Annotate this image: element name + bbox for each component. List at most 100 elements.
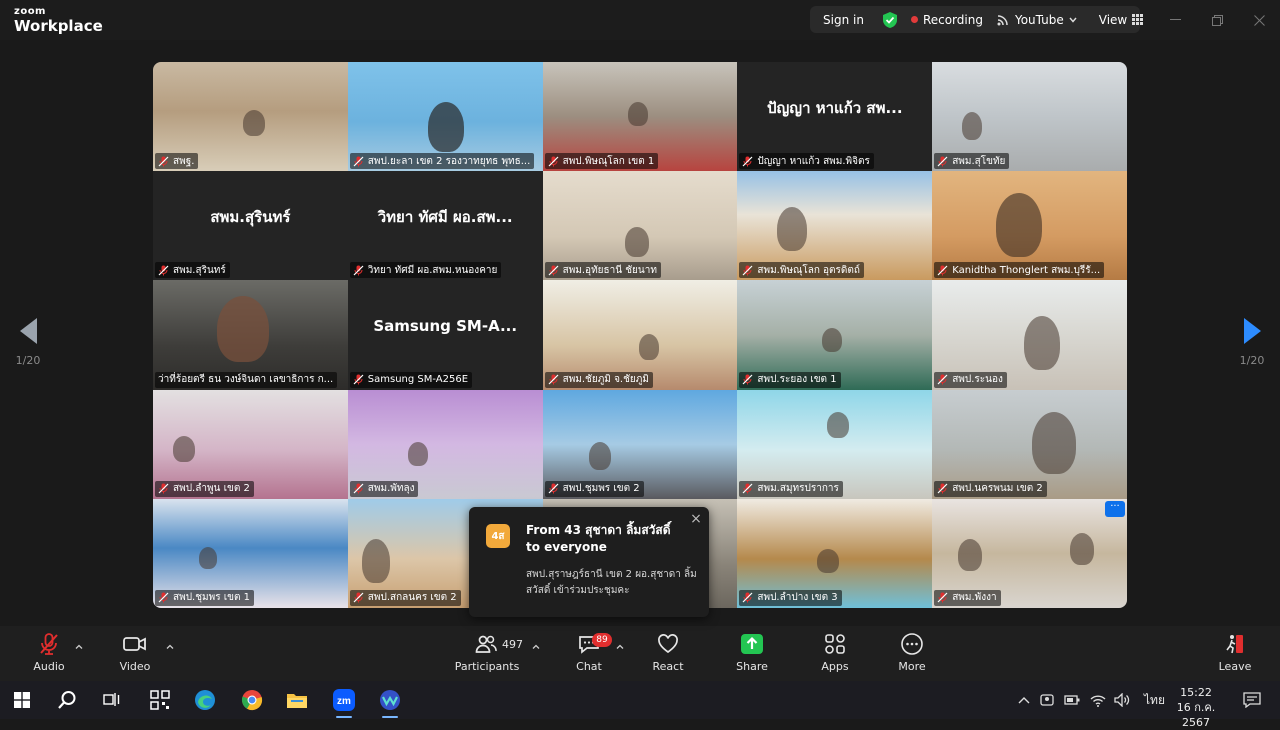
participant-name: Kanidtha Thonglert สพม.บุรีรั... <box>952 264 1101 276</box>
video-tile[interactable]: สพป.ชุมพร เขต 1 <box>153 498 348 608</box>
participant-name: สพม.อุทัยธานี ชัยนาท <box>562 264 657 276</box>
video-tile[interactable]: สพป.ยะลา เขต 2 รองวาทยุทธ พุทธ... <box>347 62 543 172</box>
video-tile[interactable]: ปัญญา หาแก้ว สพ... ปัญญา หาแก้ว สพม.พิจิ… <box>737 62 933 172</box>
video-tile[interactable]: สพฐ. <box>153 62 348 172</box>
audio-label: Audio <box>33 660 65 673</box>
participant-name-tag: วิทยา ทัศมี ผอ.สพม.หนองคาย <box>349 262 502 279</box>
share-screen-button[interactable]: Share <box>717 632 787 673</box>
apps-label: Apps <box>821 660 849 673</box>
video-button[interactable]: Video <box>100 632 170 673</box>
chevron-up-icon[interactable] <box>1018 696 1030 704</box>
video-options-caret-icon[interactable] <box>165 642 175 652</box>
chat-notification[interactable]: 4ส From 43 สุชาดา ลิ้มสวัสดิ์ to everyon… <box>469 507 709 617</box>
recording-indicator[interactable]: Recording <box>904 13 990 27</box>
taskbar-app-chrome[interactable] <box>232 681 272 719</box>
youtube-live-button[interactable]: YouTube <box>990 13 1084 27</box>
participant-name: สพป.สกลนคร เขต 2 <box>367 592 457 604</box>
video-tile[interactable]: สพป.ระนอง <box>932 280 1127 390</box>
chevron-right-icon <box>1243 318 1261 344</box>
participant-name-tag: สพป.พิษณุโลก เขต 1 <box>544 153 659 170</box>
taskbar-app-webex[interactable] <box>370 681 410 719</box>
video-tile[interactable]: สพม.สมุทรปราการ <box>737 389 933 499</box>
chat-notification-message: สพป.สุราษฎร์ธานี เขต 2 ผอ.สุชาดา ลิ้มสวั… <box>526 569 697 596</box>
video-tile[interactable]: สพป.ระยอง เขต 1 <box>737 280 933 390</box>
video-tile[interactable]: สพป.ลำพูน เขต 2 <box>153 389 348 499</box>
video-tile[interactable]: Kanidtha Thonglert สพม.บุรีรั... <box>932 171 1127 281</box>
search-button[interactable] <box>47 681 87 719</box>
mic-muted-icon <box>158 265 169 276</box>
page-indicator-right: 1/20 <box>1239 354 1265 367</box>
chrome-browser-icon <box>241 690 263 711</box>
start-button[interactable] <box>2 681 42 719</box>
chat-button[interactable]: 89 Chat <box>554 632 624 673</box>
video-tile[interactable]: สพม.อุทัยธานี ชัยนาท <box>542 171 738 281</box>
participant-name: สพฐ. <box>173 155 195 167</box>
chat-options-caret-icon[interactable] <box>615 642 625 652</box>
taskbar-app-file-explorer[interactable] <box>277 681 317 719</box>
more-options-button[interactable]: ··· <box>1104 500 1125 517</box>
video-tile-active-speaker[interactable]: ว่าที่ร้อยตรี ธน วงษ์จินดา เลขาธิการ ก..… <box>153 280 348 390</box>
taskbar-app-edge[interactable] <box>185 681 225 719</box>
video-tile[interactable]: สพม.พัทลุง <box>347 389 543 499</box>
taskbar-app-zoom[interactable]: zm <box>324 681 364 719</box>
meet-now-icon[interactable] <box>1040 693 1054 707</box>
task-view-button[interactable] <box>92 681 132 719</box>
participant-name: สพม.สุโขทัย <box>952 155 1006 167</box>
sign-in-button[interactable]: Sign in <box>810 13 876 27</box>
audio-options-caret-icon[interactable] <box>74 642 84 652</box>
more-button[interactable]: More <box>877 632 947 673</box>
minimize-button[interactable] <box>1154 0 1196 40</box>
video-tile[interactable]: สพป.ลำปาง เขต 3 <box>737 498 933 608</box>
next-page-nav[interactable]: 1/20 <box>1232 318 1272 367</box>
encryption-shield-button[interactable] <box>876 11 904 28</box>
task-view-icon <box>103 693 120 706</box>
video-tile[interactable]: สพม.ชัยภูมิ จ.ชัยภูมิ <box>542 280 738 390</box>
video-tile[interactable]: สพม.สุโขทัย <box>932 62 1127 172</box>
mic-muted-icon <box>158 156 169 167</box>
video-tile[interactable]: สพป.ชุมพร เขต 2 <box>542 389 738 499</box>
participant-name-tag: สพป.ชุมพร เขต 2 <box>544 480 644 497</box>
close-window-button[interactable] <box>1238 0 1280 40</box>
input-language-indicator[interactable]: ไทย <box>1144 691 1165 710</box>
mic-muted-icon <box>937 374 948 385</box>
video-tile[interactable]: ··· สพม.พังงา <box>932 498 1127 608</box>
mic-muted-icon <box>742 374 753 385</box>
react-button[interactable]: React <box>633 632 703 673</box>
more-dots-icon <box>901 633 923 655</box>
participants-options-caret-icon[interactable] <box>531 642 541 652</box>
participant-name: สพป.พิษณุโลก เขต 1 <box>562 155 655 167</box>
video-tile[interactable]: สพม.พิษณุโลก อุตรดิตถ์ <box>737 171 933 281</box>
notification-center-button[interactable] <box>1232 681 1272 719</box>
participant-name-tag: สพป.ระยอง เขต 1 <box>739 371 841 388</box>
battery-icon[interactable] <box>1064 694 1080 706</box>
participants-button[interactable]: 497 Participants <box>452 632 523 673</box>
close-notification-button[interactable]: × <box>689 511 703 527</box>
participant-name-tag: ปัญญา หาแก้ว สพม.พิจิตร <box>739 153 874 170</box>
participant-name: สพม.สุรินทร์ <box>173 264 226 276</box>
system-tray: ไทย <box>1018 681 1165 719</box>
apps-button[interactable]: Apps <box>800 632 870 673</box>
participant-name-tag: Samsung SM-A256E <box>349 371 473 388</box>
leave-meeting-button[interactable]: Leave <box>1200 632 1270 673</box>
previous-page-nav[interactable]: 1/20 <box>8 318 48 367</box>
wifi-icon[interactable] <box>1090 694 1106 707</box>
video-tile[interactable]: สพป.นครพนม เขต 2 <box>932 389 1127 499</box>
video-tile[interactable]: Samsung SM-A... Samsung SM-A256E <box>347 280 543 390</box>
leave-door-icon <box>1226 635 1243 654</box>
video-tile[interactable]: สพป.พิษณุโลก เขต 1 <box>542 62 738 172</box>
view-button[interactable]: View <box>1092 13 1150 27</box>
taskbar-app-qr[interactable] <box>140 681 180 719</box>
webex-app-icon <box>380 690 400 710</box>
video-tile[interactable]: วิทยา ทัศมี ผอ.สพ... วิทยา ทัศมี ผอ.สพม.… <box>347 171 543 281</box>
mic-muted-icon <box>353 156 364 167</box>
participants-count: 497 <box>502 638 523 651</box>
taskbar-clock[interactable]: 15:22 16 ก.ค. 2567 <box>1163 685 1229 730</box>
speaker-volume-icon[interactable] <box>1114 693 1130 707</box>
participant-name-tag: สพป.สกลนคร เขต 2 <box>349 589 461 606</box>
participant-name: สพป.ชุมพร เขต 1 <box>173 592 251 604</box>
participant-name-tag: สพม.สมุทรปราการ <box>739 480 843 497</box>
audio-button[interactable]: Audio <box>14 632 84 673</box>
participant-display-name: วิทยา ทัศมี ผอ.สพ... <box>377 208 513 227</box>
video-tile[interactable]: สพม.สุรินทร์ สพม.สุรินทร์ <box>153 171 348 281</box>
maximize-button[interactable] <box>1196 0 1238 40</box>
